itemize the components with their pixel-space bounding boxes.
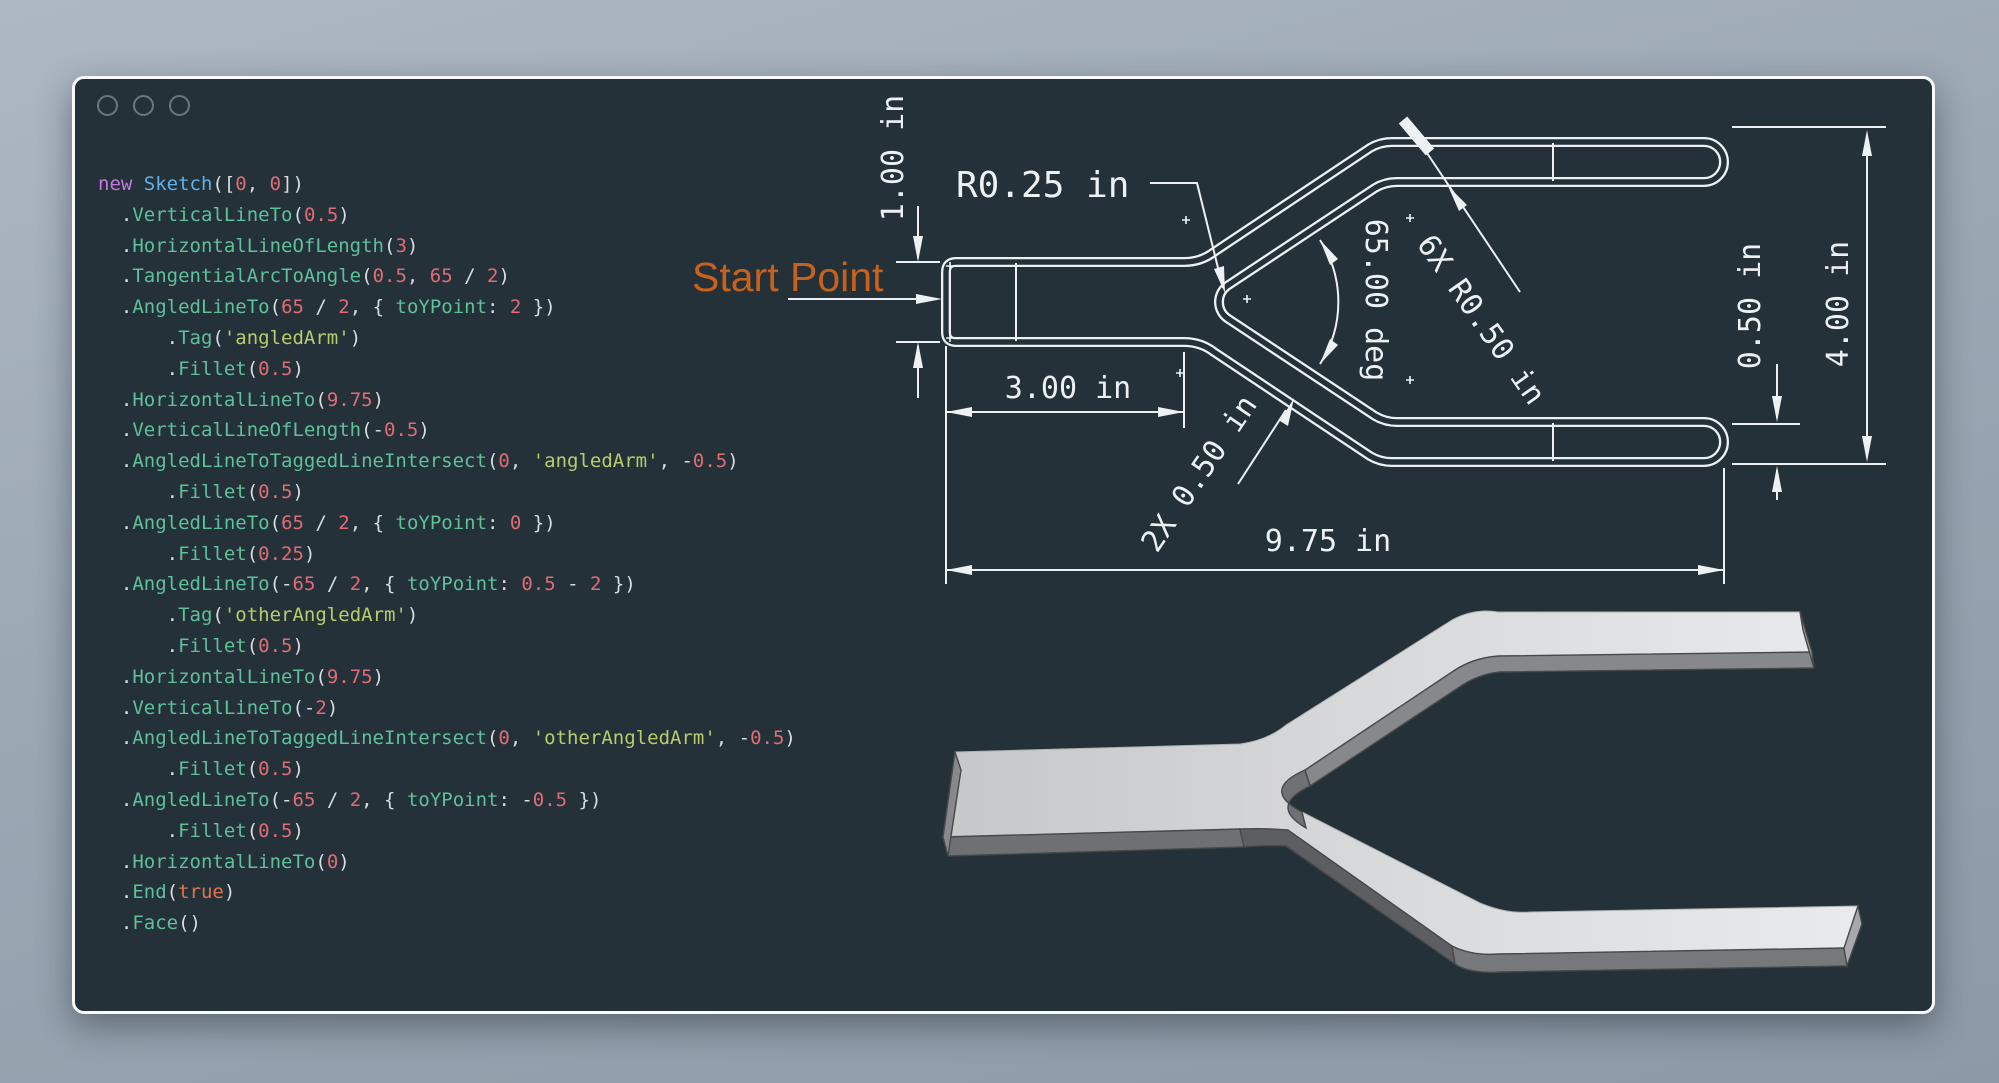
code-line: .VerticalLineOfLength(-0.5) xyxy=(98,419,858,450)
code-line: .HorizontalLineTo(9.75) xyxy=(98,666,858,697)
code-line: .HorizontalLineTo(0) xyxy=(98,851,858,882)
code-line: .HorizontalLineTo(9.75) xyxy=(98,389,858,420)
desktop: { "window": { "title": "", "traffic_ligh… xyxy=(0,0,1999,1083)
code-line: .HorizontalLineOfLength(3) xyxy=(98,235,858,266)
code-line: .Face() xyxy=(98,912,858,943)
code-line: .AngledLineToTaggedLineIntersect(0, 'oth… xyxy=(98,727,858,758)
window-titlebar xyxy=(97,95,190,115)
code-line: .TangentialArcToAngle(0.5, 65 / 2) xyxy=(98,265,858,296)
minimize-button[interactable] xyxy=(133,95,154,116)
code-line: .AngledLineToTaggedLineIntersect(0, 'ang… xyxy=(98,450,858,481)
code-line: .Fillet(0.5) xyxy=(98,635,858,666)
code-line: .Fillet(0.5) xyxy=(98,758,858,789)
code-line: .AngledLineTo(65 / 2, { toYPoint: 2 }) xyxy=(98,296,858,327)
code-line: .Fillet(0.5) xyxy=(98,358,858,389)
app-window: new Sketch([0, 0]) .VerticalLineTo(0.5) … xyxy=(72,76,1935,1014)
code-line: .Tag('angledArm') xyxy=(98,327,858,358)
code-line: .End(true) xyxy=(98,881,858,912)
code-line: .VerticalLineTo(-2) xyxy=(98,697,858,728)
close-button[interactable] xyxy=(97,95,118,116)
code-line: .VerticalLineTo(0.5) xyxy=(98,204,858,235)
maximize-button[interactable] xyxy=(169,95,190,116)
code-line: .Fillet(0.5) xyxy=(98,481,858,512)
code-line: .Fillet(0.5) xyxy=(98,820,858,851)
code-lines: new Sketch([0, 0]) .VerticalLineTo(0.5) … xyxy=(98,173,858,943)
code-line: .Fillet(0.25) xyxy=(98,543,858,574)
code-line: .Tag('otherAngledArm') xyxy=(98,604,858,635)
code-line: .AngledLineTo(65 / 2, { toYPoint: 0 }) xyxy=(98,512,858,543)
code-line: .AngledLineTo(-65 / 2, { toYPoint: -0.5 … xyxy=(98,789,858,820)
code-editor[interactable]: new Sketch([0, 0]) .VerticalLineTo(0.5) … xyxy=(98,173,858,943)
code-line: new Sketch([0, 0]) xyxy=(98,173,858,204)
code-line: .AngledLineTo(-65 / 2, { toYPoint: 0.5 -… xyxy=(98,573,858,604)
